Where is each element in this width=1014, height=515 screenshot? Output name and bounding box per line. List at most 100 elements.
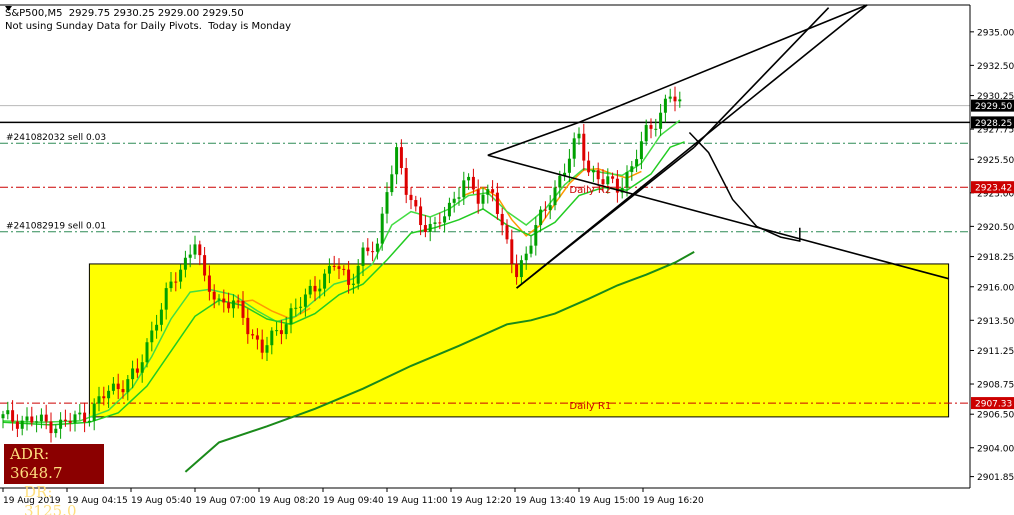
candle-body bbox=[577, 133, 581, 139]
candle-body bbox=[342, 268, 346, 270]
trendlines bbox=[487, 4, 949, 289]
y-tick-label: 2911.25 bbox=[977, 347, 1014, 357]
candle-body bbox=[236, 300, 240, 302]
candle-body bbox=[395, 147, 399, 175]
candle-body bbox=[433, 222, 437, 224]
candle-body bbox=[649, 125, 653, 129]
candle-body bbox=[289, 308, 293, 325]
x-tick-label: 19 Aug 13:40 bbox=[515, 496, 576, 506]
x-tick-label: 19 Aug 16:20 bbox=[643, 496, 704, 506]
candle-body bbox=[486, 189, 490, 195]
y-tick-label: 2901.85 bbox=[977, 473, 1014, 483]
candle-body bbox=[270, 330, 274, 346]
candle-body bbox=[659, 112, 663, 129]
candle-body bbox=[471, 176, 475, 190]
candle-body bbox=[596, 170, 600, 180]
candle-body bbox=[20, 420, 24, 429]
y-tick-label: 2908.75 bbox=[977, 381, 1014, 391]
candle-body bbox=[198, 244, 202, 256]
candle-body bbox=[673, 96, 677, 102]
candle-body bbox=[294, 307, 298, 309]
candle-body bbox=[251, 334, 255, 336]
candle-body bbox=[639, 141, 643, 160]
candle-body bbox=[111, 383, 115, 391]
x-tick-label: 19 Aug 08:20 bbox=[259, 496, 320, 506]
y-tick-label: 2920.50 bbox=[977, 223, 1014, 233]
candle-body bbox=[145, 342, 149, 363]
candle-body bbox=[515, 263, 519, 278]
candle-body bbox=[491, 189, 495, 193]
candle-body bbox=[380, 213, 384, 244]
candle-body bbox=[447, 202, 451, 217]
annotation-0: Daily R2 bbox=[569, 185, 611, 196]
trendline-1 bbox=[487, 154, 949, 280]
candle-body bbox=[495, 192, 499, 214]
candle-body bbox=[457, 197, 461, 199]
x-tick-label: 19 Aug 12:20 bbox=[451, 496, 512, 506]
candle-body bbox=[539, 209, 543, 226]
candle-body bbox=[188, 254, 192, 258]
candle-body bbox=[663, 98, 667, 113]
candle-body bbox=[126, 379, 130, 393]
candle-body bbox=[644, 125, 648, 142]
price-label-1: 2928.25 bbox=[975, 119, 1012, 129]
candle-body bbox=[606, 176, 610, 185]
annotation-1: Daily R1 bbox=[569, 401, 611, 412]
price-label-3: 2907.33 bbox=[975, 400, 1012, 410]
candle-body bbox=[169, 281, 173, 289]
candle-body bbox=[265, 345, 269, 353]
candle-body bbox=[30, 416, 34, 423]
candle-body bbox=[150, 330, 154, 343]
candle-body bbox=[529, 245, 533, 254]
candle-body bbox=[467, 176, 471, 181]
x-tick-label: 19 Aug 09:40 bbox=[323, 496, 384, 506]
candle-body bbox=[6, 410, 10, 415]
candle-body bbox=[68, 420, 72, 423]
candle-body bbox=[49, 421, 53, 434]
candle-body bbox=[428, 223, 432, 233]
candle-body bbox=[409, 194, 413, 201]
candle-body bbox=[404, 168, 408, 195]
candle-body bbox=[140, 362, 144, 373]
candle-body bbox=[519, 260, 523, 278]
candle-body bbox=[83, 412, 87, 423]
candle-body bbox=[505, 225, 509, 240]
candle-body bbox=[227, 302, 231, 309]
order-label-2: #241082032 sell 0.03 bbox=[6, 133, 106, 143]
trendline-3 bbox=[578, 4, 868, 124]
pivot-note: Not using Sunday Data for Daily Pivots. … bbox=[5, 21, 291, 32]
candle-body bbox=[135, 368, 139, 373]
price-chart[interactable]: #241082032 sell 0.03 #241082919 sell 0.01… bbox=[0, 0, 1014, 515]
candle-body bbox=[543, 209, 547, 211]
candle-body bbox=[121, 389, 125, 393]
candle-body bbox=[611, 176, 615, 179]
candle-body bbox=[131, 368, 135, 380]
adr-label: ADR: 3648.7 bbox=[10, 445, 63, 482]
candle-body bbox=[327, 265, 331, 274]
candle-body bbox=[572, 138, 576, 159]
candle-body bbox=[59, 419, 63, 429]
candle-body bbox=[260, 339, 264, 353]
candle-body bbox=[97, 396, 101, 404]
candle-body bbox=[524, 253, 528, 261]
candle-body bbox=[419, 206, 423, 226]
candle-body bbox=[553, 187, 557, 206]
candle-body bbox=[159, 309, 163, 325]
price-label-2: 2923.42 bbox=[975, 184, 1012, 194]
candle-body bbox=[332, 265, 336, 267]
candle-body bbox=[102, 396, 106, 399]
candle-body bbox=[241, 300, 245, 318]
y-tick-label: 2918.25 bbox=[977, 253, 1014, 263]
candle-body bbox=[222, 298, 226, 303]
candle-body bbox=[299, 306, 303, 308]
candle-body bbox=[39, 414, 43, 422]
candle-body bbox=[164, 288, 168, 310]
adr-panel: ADR: 3648.7 DR: 3125.0 bbox=[4, 444, 104, 515]
candle-body bbox=[385, 192, 389, 214]
candle-body bbox=[371, 251, 375, 253]
y-tick-label: 2932.50 bbox=[977, 62, 1014, 72]
candle-body bbox=[399, 147, 403, 169]
candle-body bbox=[179, 269, 183, 282]
candle-body bbox=[375, 243, 379, 252]
candle-body bbox=[462, 180, 466, 198]
